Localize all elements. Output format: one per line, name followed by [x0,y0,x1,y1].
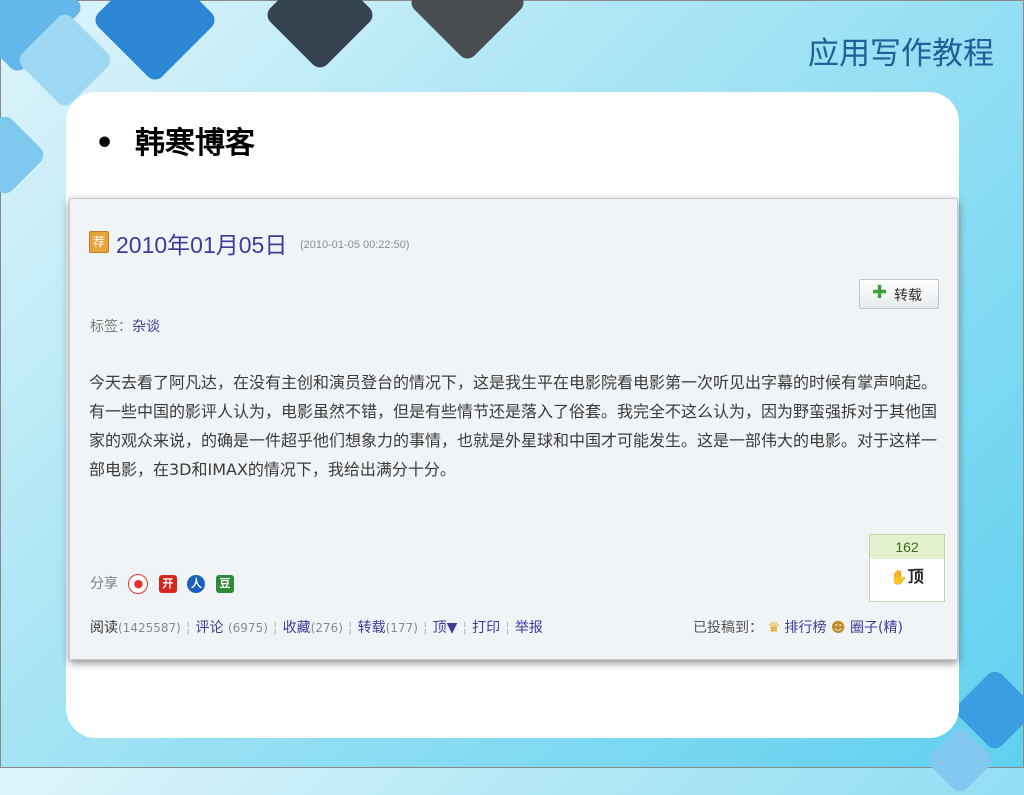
read-count: (1425587) [118,621,181,635]
group-icon: ☻ [830,620,846,636]
report-link[interactable]: 举报 [515,620,543,636]
repost-count: (177) [385,621,418,635]
like-count: 162 [870,535,944,559]
favorite-link[interactable]: 收藏 [283,620,311,636]
share-label: 分享 [90,576,118,592]
bullet-symbol: • [95,126,115,161]
circle-link[interactable]: 圈子(精) [850,620,903,636]
repost-link[interactable]: 转载 [358,620,386,636]
plus-icon: ✚ [872,282,888,303]
comment-link[interactable]: 评论 [196,620,224,636]
submitted-to-row: 已投稿到： ♛ 排行榜 ☻ 圈子(精) [693,617,903,637]
repost-button-label: 转载 [894,288,922,304]
thumb-icon: ✋ [890,570,908,586]
weibo-icon[interactable]: ● [128,574,149,594]
share-row: 分享 ● 开 人 豆 [90,573,234,594]
like-label: ✋顶 [890,567,924,586]
stats-row: 阅读(1425587) ¦ 评论 (6975) ¦ 收藏(276) ¦ 转载(177) ¦ 顶▼… [90,620,543,636]
print-link[interactable]: 打印 [472,620,500,636]
favorite-count: (276) [310,621,343,635]
post-datetime: (2010-01-05 00:22:50) [300,239,410,251]
bullet-heading: • 韩寒博客 [95,118,255,162]
submitted-label: 已投稿到： [693,620,763,636]
tags-label: 标签： [90,319,132,335]
bullet-text: 韩寒博客 [135,126,255,161]
repost-button[interactable]: ✚ 转载 [859,279,939,309]
ding-link[interactable]: 顶▼ [433,620,458,636]
course-title: 应用写作教程 [808,36,994,72]
kaixin-icon[interactable]: 开 [158,575,177,593]
blog-screenshot: 荐 2010年01月05日 (2010-01-05 00:22:50) ✚ 转载… [69,198,958,660]
read-label: 阅读 [90,620,118,636]
recommend-badge: 荐 [89,231,109,253]
ranking-link[interactable]: 排行榜 [784,620,826,636]
post-date-title[interactable]: 2010年01月05日 [116,226,287,260]
comment-count: (6975) [227,621,268,635]
tag-link[interactable]: 杂谈 [132,319,160,335]
tags-row: 标签：杂谈 [90,316,160,336]
douban-icon[interactable]: 豆 [215,575,234,593]
post-body: 今天去看了阿凡达，在没有主创和演员登台的情况下，这是我生平在电影院看电影第一次听… [89,373,938,479]
crown-icon: ♛ [767,620,781,636]
renren-icon[interactable]: 人 [187,575,206,593]
like-box[interactable]: 162 ✋顶 [869,534,945,602]
